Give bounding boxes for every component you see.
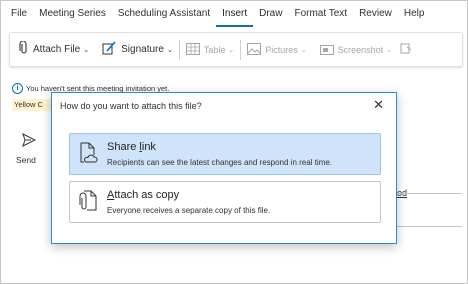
signature-label: Signature	[121, 44, 164, 55]
table-icon	[185, 42, 200, 57]
chevron-down-icon: ⌄	[228, 46, 235, 54]
attachment-document-icon	[78, 190, 98, 217]
pictures-label: Pictures	[265, 44, 298, 55]
dialog-title: How do you want to attach this file?	[60, 101, 202, 111]
send-label: Send	[16, 155, 36, 165]
share-link-description: Recipients can see the latest changes an…	[107, 158, 333, 167]
table-button[interactable]: Table ⌄	[185, 42, 235, 57]
table-label: Table	[203, 44, 226, 55]
more-icon	[400, 43, 412, 57]
menu-help[interactable]: Help	[398, 0, 431, 27]
chevron-down-icon: ⌄	[166, 46, 173, 54]
share-link-title: Share link	[107, 141, 156, 153]
send-button[interactable]: Send	[16, 133, 54, 165]
chevron-down-icon: ⌄	[83, 46, 90, 54]
toolbar-divider	[240, 39, 242, 60]
attach-file-button[interactable]: Attach File ⌄	[19, 40, 90, 58]
close-icon[interactable]: ✕	[373, 97, 384, 113]
attach-as-copy-description: Everyone receives a separate copy of thi…	[107, 206, 271, 215]
screenshot-button[interactable]: Screenshot ⌄	[319, 43, 392, 57]
menu-bar: File Meeting Series Scheduling Assistant…	[0, 0, 466, 27]
menu-draw[interactable]: Draw	[253, 0, 288, 27]
share-link-option[interactable]: Share link Recipients can see the latest…	[69, 133, 381, 175]
attach-as-copy-option[interactable]: Attach as copy Everyone receives a separ…	[69, 181, 381, 223]
cloud-document-icon	[78, 142, 98, 169]
menu-meeting-series[interactable]: Meeting Series	[33, 0, 112, 27]
picture-icon	[247, 42, 262, 57]
attach-as-copy-title: Attach as copy	[107, 189, 180, 201]
toolbar-divider	[313, 40, 314, 60]
chevron-down-icon: ⌄	[386, 46, 392, 54]
screenshot-label: Screenshot	[337, 44, 384, 55]
send-icon	[22, 133, 54, 149]
toolbar-divider	[95, 40, 96, 60]
attach-file-dialog: How do you want to attach this file? ✕ S…	[51, 92, 397, 244]
chevron-down-icon: ⌄	[300, 46, 307, 54]
menu-file[interactable]: File	[0, 0, 33, 27]
toolbar-divider	[178, 39, 180, 60]
menu-scheduling-assistant[interactable]: Scheduling Assistant	[112, 0, 216, 27]
info-icon: i	[12, 83, 23, 94]
attach-file-label: Attach File	[33, 44, 81, 55]
paperclip-icon	[19, 40, 29, 58]
signature-icon	[102, 41, 117, 58]
screenshot-icon	[319, 43, 334, 57]
signature-button[interactable]: Signature ⌄	[102, 41, 173, 58]
more-button[interactable]	[400, 43, 416, 57]
ribbon-toolbar: Attach File ⌄ Signature ⌄ Table ⌄ Pictur…	[9, 32, 463, 67]
menu-insert[interactable]: Insert	[216, 3, 254, 27]
menu-format-text[interactable]: Format Text	[288, 0, 353, 27]
menu-review[interactable]: Review	[353, 0, 398, 27]
pictures-button[interactable]: Pictures ⌄	[247, 42, 307, 57]
